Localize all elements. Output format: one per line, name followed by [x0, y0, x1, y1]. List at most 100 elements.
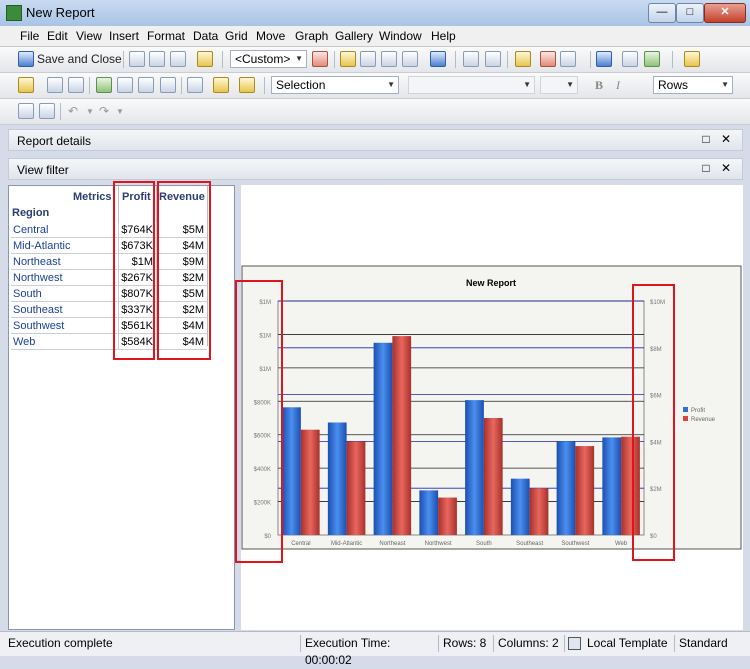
metrics-icon[interactable]	[96, 77, 112, 93]
template-combo[interactable]: <Custom> ▼	[230, 50, 307, 68]
restore-icon[interactable]: □	[699, 133, 713, 147]
grid-cell-profit[interactable]: $764K	[118, 222, 156, 238]
close-window-button[interactable]: ✕	[704, 3, 746, 23]
report-details-panel[interactable]: Report details □ ✕	[8, 129, 743, 151]
subtotals-icon[interactable]	[560, 51, 576, 67]
format-painter-icon[interactable]	[684, 51, 700, 67]
font-size-combo[interactable]: ▼	[540, 76, 578, 94]
bar-chart[interactable]: New Report $0 $200K $400K $600K $800K $1M $1M $1…	[241, 265, 742, 550]
save-and-close-button[interactable]: Save and Close	[37, 52, 122, 66]
calculator-icon[interactable]	[47, 77, 63, 93]
report-icon[interactable]	[312, 51, 328, 67]
filter-icon[interactable]	[138, 77, 154, 93]
print-icon[interactable]	[170, 51, 186, 67]
open-icon[interactable]	[129, 51, 145, 67]
metrics-header[interactable]: Metrics	[73, 191, 112, 203]
column-header-revenue[interactable]: Revenue	[159, 191, 205, 203]
grid-cell-region[interactable]: Northeast	[11, 254, 118, 270]
grid-cell-region[interactable]: South	[11, 286, 118, 302]
close-icon[interactable]: ✕	[719, 162, 733, 176]
chevron-down-icon[interactable]: ▼	[116, 107, 124, 116]
view-filter-panel[interactable]: View filter □ ✕	[8, 158, 743, 180]
rows-combo-value: Rows	[658, 78, 689, 92]
edit-icon[interactable]	[622, 51, 638, 67]
grid-cell-revenue[interactable]: $5M	[156, 222, 207, 238]
grid-cell-revenue[interactable]: $4M	[156, 334, 207, 350]
grid-cell-revenue[interactable]: $5M	[156, 286, 207, 302]
sort-ascending-icon[interactable]	[463, 51, 479, 67]
standard-toolbar: Save and Close <Custom> ▼	[0, 47, 750, 73]
pencil-icon[interactable]	[18, 77, 34, 93]
function-icon[interactable]	[68, 77, 84, 93]
save-icon[interactable]	[18, 51, 34, 67]
grid-cell-profit[interactable]: $1M	[118, 254, 156, 270]
grid-cell-profit[interactable]: $584K	[118, 334, 156, 350]
grid-cell-revenue[interactable]: $4M	[156, 238, 207, 254]
traffic-light-icon[interactable]	[540, 51, 556, 67]
menu-move[interactable]: Move	[256, 29, 285, 43]
grid-cell-region[interactable]: Southwest	[11, 318, 118, 334]
thresholds-icon[interactable]	[515, 51, 531, 67]
add-icon[interactable]	[596, 51, 612, 67]
sql-view-icon[interactable]	[402, 51, 418, 67]
sort-descending-icon[interactable]	[485, 51, 501, 67]
menu-file[interactable]: File	[20, 29, 39, 43]
rows-combo[interactable]: Rows ▼	[653, 76, 733, 94]
redo-icon[interactable]: ↷	[99, 104, 109, 118]
right-axis-tick: $8M	[650, 347, 662, 353]
minimize-button[interactable]: —	[648, 3, 676, 23]
excel-export-icon[interactable]	[644, 51, 660, 67]
grid-cell-revenue[interactable]: $2M	[156, 302, 207, 318]
menu-data[interactable]: Data	[193, 29, 218, 43]
region-header[interactable]: Region	[12, 207, 49, 219]
grid-cell-profit[interactable]: $807K	[118, 286, 156, 302]
note-icon[interactable]	[213, 77, 229, 93]
grid-cell-profit[interactable]: $673K	[118, 238, 156, 254]
font-combo[interactable]: ▼	[408, 76, 535, 94]
refresh-icon[interactable]	[430, 51, 446, 67]
grid-cell-profit[interactable]: $267K	[118, 270, 156, 286]
undo-icon[interactable]: ↶	[68, 104, 78, 118]
chevron-down-icon[interactable]: ▼	[86, 107, 94, 116]
italic-button[interactable]: I	[616, 78, 620, 93]
selection-combo[interactable]: Selection ▼	[271, 76, 399, 94]
grid-cell-revenue[interactable]: $9M	[156, 254, 207, 270]
grid-cell-revenue[interactable]: $2M	[156, 270, 207, 286]
grid-cell-region[interactable]: Web	[11, 334, 118, 350]
bold-button[interactable]: B	[595, 78, 603, 93]
page-by-icon[interactable]	[117, 77, 133, 93]
menu-graph[interactable]: Graph	[295, 29, 328, 43]
restore-icon[interactable]: □	[699, 162, 713, 176]
maximize-button[interactable]: □	[676, 3, 704, 23]
grid-graph-view-icon[interactable]	[381, 51, 397, 67]
menu-help[interactable]: Help	[431, 29, 456, 43]
grid-cell-region[interactable]: Southeast	[11, 302, 118, 318]
menu-insert[interactable]: Insert	[109, 29, 139, 43]
grid-cell-profit[interactable]: $561K	[118, 318, 156, 334]
menu-window[interactable]: Window	[379, 29, 422, 43]
menu-gallery[interactable]: Gallery	[335, 29, 373, 43]
data-explorer-icon[interactable]	[18, 103, 34, 119]
menu-view[interactable]: View	[76, 29, 102, 43]
object-browser-icon[interactable]	[39, 103, 55, 119]
column-header-profit[interactable]: Profit	[122, 191, 151, 203]
report-grid[interactable]: Metrics Region Profit Revenue Central $76…	[8, 185, 235, 630]
x-axis-label: Southwest	[561, 541, 589, 547]
export-icon[interactable]	[197, 51, 213, 67]
print-preview-icon[interactable]	[149, 51, 165, 67]
menu-grid[interactable]: Grid	[225, 29, 248, 43]
toolbar-separator	[507, 51, 508, 68]
close-icon[interactable]: ✕	[719, 133, 733, 147]
grid-cell-region[interactable]: Northwest	[11, 270, 118, 286]
grid-view-icon[interactable]	[360, 51, 376, 67]
copy-icon[interactable]	[187, 77, 203, 93]
grid-cell-region[interactable]: Central	[11, 222, 118, 238]
graph-view-icon[interactable]	[340, 51, 356, 67]
grid-cell-region[interactable]: Mid-Atlantic	[11, 238, 118, 254]
stop-icon[interactable]	[160, 77, 176, 93]
template-icon[interactable]	[239, 77, 255, 93]
grid-cell-revenue[interactable]: $4M	[156, 318, 207, 334]
grid-cell-profit[interactable]: $337K	[118, 302, 156, 318]
menu-edit[interactable]: Edit	[47, 29, 68, 43]
menu-format[interactable]: Format	[147, 29, 185, 43]
